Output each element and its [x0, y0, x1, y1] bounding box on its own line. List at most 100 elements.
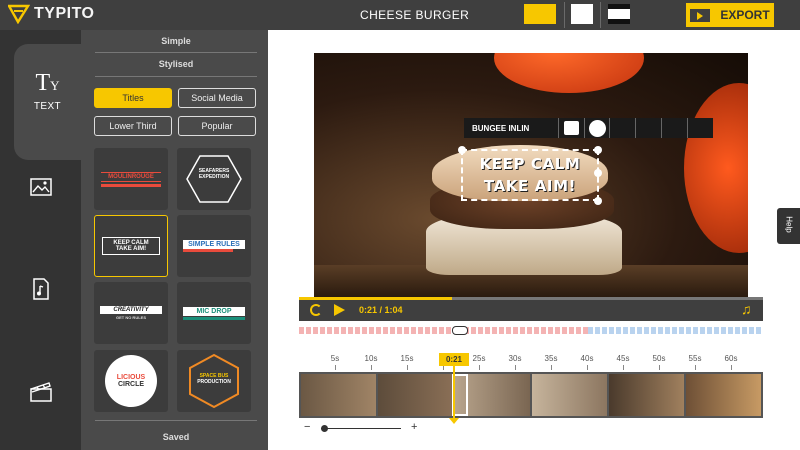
- audio-file-icon: [32, 278, 49, 300]
- template-tile-moulinrouge[interactable]: MOULINROUGE: [94, 148, 168, 210]
- tick-label: 50s: [652, 354, 666, 363]
- tick-mark: [479, 365, 480, 370]
- help-tab[interactable]: Help: [777, 208, 800, 244]
- rail-item-images[interactable]: [0, 178, 81, 196]
- export-button[interactable]: EXPORT: [686, 3, 774, 27]
- template-tile-seafarers[interactable]: SEAFARERS EXPEDITION: [177, 148, 251, 210]
- text-glyph-T: T: [35, 70, 51, 96]
- template-text: CIRCLE: [117, 381, 145, 388]
- tick-mark: [515, 365, 516, 370]
- category-titles[interactable]: Titles: [94, 88, 172, 108]
- thumbnail-frame: [378, 374, 453, 416]
- aspect-wide-button[interactable]: [524, 4, 556, 24]
- caption-line-1[interactable]: KEEP CALM: [480, 153, 581, 175]
- thumbnail-frame: [609, 374, 684, 416]
- segment-blue: [588, 327, 763, 334]
- text-overlay-box[interactable]: KEEP CALM TAKE AIM!: [458, 146, 602, 205]
- tomato-shape: [684, 83, 748, 253]
- toolbar-option[interactable]: [661, 118, 687, 138]
- toolbar-option[interactable]: [609, 118, 635, 138]
- playhead[interactable]: [453, 366, 455, 422]
- aspect-letterbox-button[interactable]: [608, 4, 630, 24]
- template-tile-mic-drop[interactable]: MIC DROP: [177, 282, 251, 344]
- logo: TYPITO: [8, 4, 95, 24]
- clapperboard-icon: [29, 382, 52, 402]
- resize-handle[interactable]: [458, 146, 466, 154]
- tool-rail: TY TEXT: [0, 30, 81, 450]
- video-preview[interactable]: BUNGEE INLIN KEEP CALM TAKE AIM!: [314, 53, 748, 297]
- tick-label: 40s: [580, 354, 594, 363]
- help-label: Help: [784, 216, 794, 233]
- scene-segment-bar[interactable]: [299, 326, 763, 335]
- resize-handle[interactable]: [594, 146, 602, 154]
- category-popular[interactable]: Popular: [178, 116, 256, 136]
- toolbar-option[interactable]: [635, 118, 661, 138]
- replay-icon[interactable]: [310, 304, 322, 316]
- template-text: GET NO RULES: [115, 315, 146, 320]
- play-icon[interactable]: [334, 304, 345, 316]
- template-preview: MIC DROP: [183, 306, 245, 320]
- divider: [564, 2, 565, 28]
- section-saved[interactable]: Saved: [95, 432, 257, 442]
- template-text: EXPEDITION: [198, 174, 230, 180]
- template-bar: [101, 183, 161, 187]
- zoom-out-button[interactable]: −: [304, 421, 310, 433]
- tick-label: 5s: [330, 354, 340, 363]
- rail-item-text[interactable]: TY TEXT: [14, 44, 81, 160]
- section-stylised[interactable]: Stylised: [95, 59, 257, 69]
- divider: [95, 76, 257, 77]
- template-preview: SEAFARERS EXPEDITION: [177, 168, 251, 180]
- music-note-icon[interactable]: ♫: [741, 301, 752, 317]
- resize-handle[interactable]: [594, 169, 602, 177]
- progress-fill: [299, 297, 453, 300]
- shape-button[interactable]: [583, 118, 610, 138]
- tick-label: 60s: [724, 354, 738, 363]
- color-swatch-button[interactable]: [557, 118, 584, 138]
- color-swatch: [563, 121, 579, 135]
- thumbnail-frame: [532, 374, 607, 416]
- template-text: TAKE AIM!: [115, 246, 147, 252]
- app-name: TYPITO: [34, 5, 95, 22]
- category-lower-third[interactable]: Lower Third: [94, 116, 172, 136]
- zoom-in-button[interactable]: +: [411, 421, 417, 433]
- resize-handle[interactable]: [594, 197, 602, 205]
- template-text: SIMPLE RULES: [183, 240, 245, 249]
- playhead-tip: [449, 418, 459, 424]
- font-selector[interactable]: BUNGEE INLIN: [464, 124, 558, 133]
- tick-mark: [731, 365, 732, 370]
- playback-progress[interactable]: [299, 297, 763, 300]
- zoom-slider-knob[interactable]: [321, 425, 328, 432]
- aspect-square-button[interactable]: [571, 4, 593, 24]
- rail-item-music[interactable]: [0, 278, 81, 300]
- template-text: LICIOUS: [116, 374, 146, 381]
- template-preview: CREATIVITY GET NO RULES: [100, 306, 162, 320]
- thumbnail-frame: [686, 374, 761, 416]
- segment-handle[interactable]: [452, 326, 468, 335]
- template-tile-space-bus[interactable]: SPACE BUS PRODUCTION: [177, 350, 251, 412]
- section-simple[interactable]: Simple: [95, 36, 257, 46]
- thumbnail-frame: [301, 374, 376, 416]
- zoom-slider-track[interactable]: [321, 428, 401, 429]
- tick-label: 35s: [544, 354, 558, 363]
- typito-logo-icon: [8, 4, 30, 24]
- video-export-icon: [690, 8, 711, 22]
- rail-item-scenes[interactable]: [0, 380, 81, 402]
- template-tile-licious-circle[interactable]: LICIOUS CIRCLE: [94, 350, 168, 412]
- tick-label: 10s: [364, 354, 378, 363]
- time-ruler[interactable]: 5s 10s 15s 25s 30s 35s 40s 45s 50s 55s 60s: [299, 352, 763, 372]
- project-title[interactable]: CHEESE BURGER: [360, 8, 469, 22]
- tick-label: 25s: [472, 354, 486, 363]
- template-tile-creativity[interactable]: CREATIVITY GET NO RULES: [94, 282, 168, 344]
- segment-red: [299, 327, 457, 334]
- tick-label: 15s: [400, 354, 414, 363]
- template-tile-keep-calm[interactable]: KEEP CALM TAKE AIM!: [94, 215, 168, 277]
- category-social-media[interactable]: Social Media: [178, 88, 256, 108]
- caption-line-2[interactable]: TAKE AIM!: [484, 175, 576, 197]
- template-text: MOULINROUGE: [101, 171, 161, 182]
- template-tile-simple-rules[interactable]: SIMPLE RULES: [177, 215, 251, 277]
- template-text: PRODUCTION: [197, 379, 231, 385]
- rail-label-text: TEXT: [33, 101, 62, 112]
- filmstrip[interactable]: [299, 372, 763, 418]
- toolbar-option[interactable]: [687, 118, 713, 138]
- template-preview: SPACE BUS PRODUCTION: [177, 373, 251, 385]
